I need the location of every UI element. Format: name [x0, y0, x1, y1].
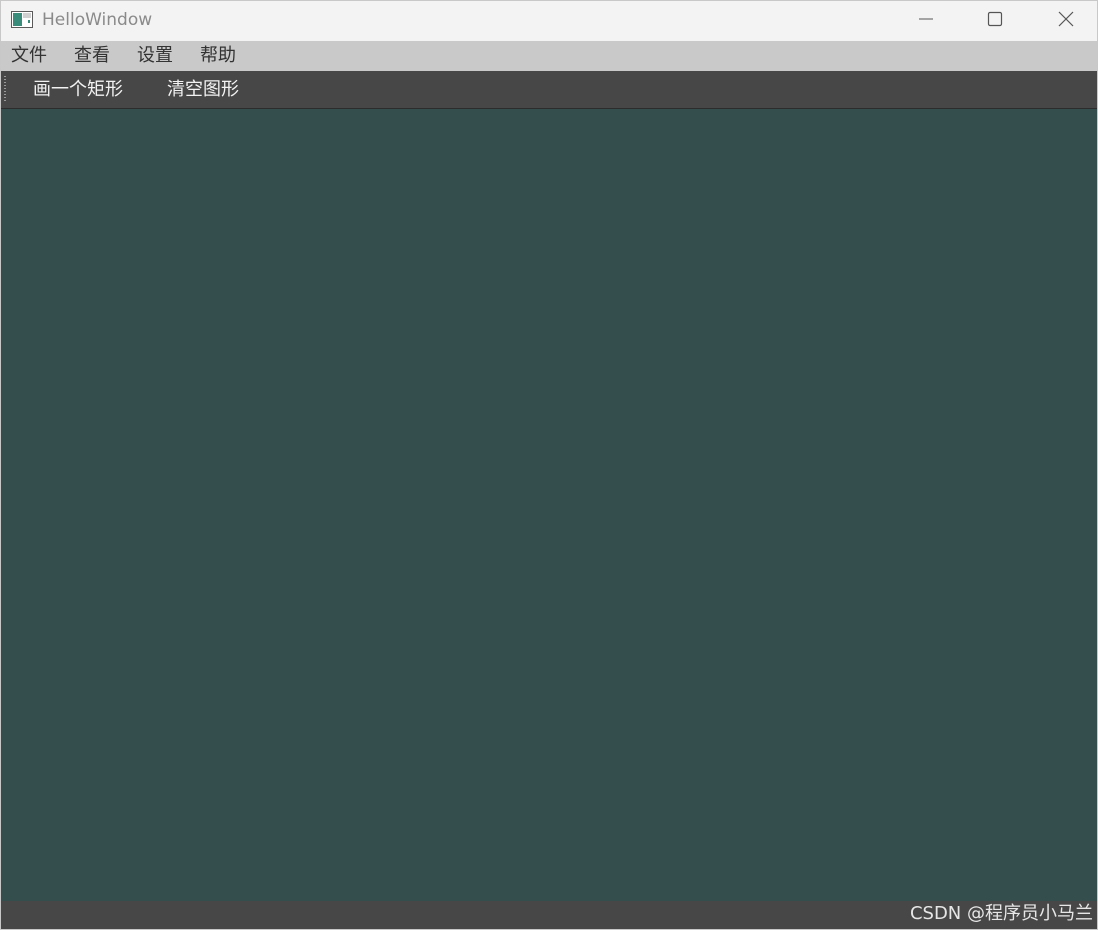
maximize-button[interactable]: [964, 1, 1026, 41]
tool-bar: 画一个矩形 清空图形: [1, 71, 1097, 109]
minimize-icon: [918, 11, 934, 31]
menu-bar: 文件 查看 设置 帮助: [1, 41, 1097, 71]
toolbar-grip-handle[interactable]: [4, 76, 6, 103]
menu-help[interactable]: 帮助: [200, 45, 236, 67]
menu-settings[interactable]: 设置: [137, 45, 173, 67]
main-window: HelloWindow 文件 查看 设置 帮助 画一个矩形 清空图形 CSDN …: [0, 0, 1098, 930]
maximize-icon: [987, 11, 1003, 31]
minimize-button[interactable]: [895, 1, 957, 41]
menu-view[interactable]: 查看: [74, 45, 110, 67]
watermark-text: CSDN @程序员小马兰: [909, 903, 1093, 924]
menu-file[interactable]: 文件: [11, 45, 47, 67]
drawing-canvas[interactable]: [1, 109, 1097, 901]
status-bar: CSDN @程序员小马兰: [1, 901, 1097, 929]
draw-rectangle-button[interactable]: 画一个矩形: [33, 79, 123, 101]
close-button[interactable]: [1035, 1, 1097, 41]
clear-shapes-button[interactable]: 清空图形: [167, 79, 239, 101]
title-bar[interactable]: HelloWindow: [1, 1, 1097, 41]
close-icon: [1057, 10, 1075, 32]
app-window-icon: [11, 11, 33, 28]
window-title: HelloWindow: [42, 10, 153, 30]
